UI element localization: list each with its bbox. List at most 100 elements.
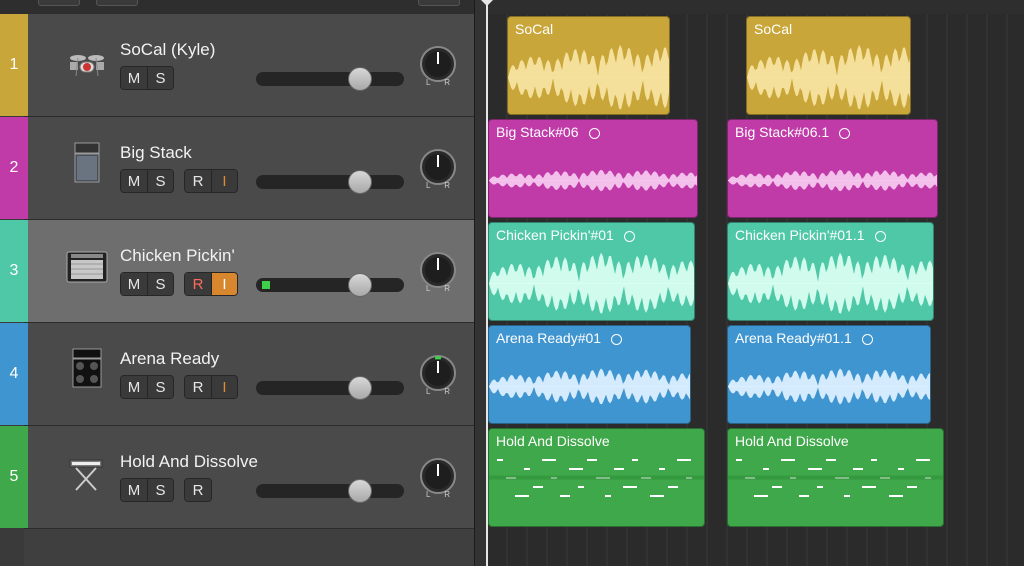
record-input-group: RI	[184, 375, 238, 399]
track-number[interactable]: 2	[0, 117, 28, 219]
loop-icon[interactable]	[861, 333, 873, 345]
mute-solo-group: MS	[120, 169, 174, 193]
track-header-5[interactable]: 5 Hold And Dissolve M S R L R	[0, 426, 474, 529]
solo-button[interactable]: S	[147, 67, 173, 89]
region-name: Big Stack#06	[496, 124, 600, 140]
input-monitoring-button[interactable]: I	[211, 376, 237, 398]
pan-knob[interactable]: LR	[418, 353, 458, 396]
waveform	[728, 252, 933, 314]
track-number[interactable]: 4	[0, 323, 28, 425]
volume-slider[interactable]	[256, 376, 404, 400]
track-header-1[interactable]: 1 SoCal (Kyle) M S L R	[0, 14, 474, 117]
solo-button[interactable]: S	[147, 273, 173, 295]
loop-icon[interactable]	[874, 230, 886, 242]
track-number[interactable]: 1	[0, 14, 28, 116]
record-enable-button[interactable]: R	[185, 170, 211, 192]
midi-notes	[489, 459, 704, 497]
track-header-2[interactable]: 2 Big Stack M S R I L R	[0, 117, 474, 220]
volume-slider[interactable]	[256, 67, 404, 91]
mute-solo-group: MS	[120, 272, 174, 296]
volume-knob[interactable]	[347, 67, 372, 91]
solo-button[interactable]: S	[147, 479, 173, 501]
volume-slider[interactable]	[256, 170, 404, 194]
volume-track[interactable]	[256, 484, 404, 498]
pan-knob[interactable]: LR	[418, 250, 458, 293]
region[interactable]: Chicken Pickin'#01.1	[727, 222, 934, 321]
toolbar-button[interactable]	[38, 0, 80, 6]
toolbar-button[interactable]	[418, 0, 460, 6]
mute-button[interactable]: M	[121, 273, 147, 295]
region-name: Big Stack#06.1	[735, 124, 851, 140]
track-header-4[interactable]: 4 Arena Ready M S R I L R	[0, 323, 474, 426]
mute-button[interactable]: M	[121, 376, 147, 398]
track-name[interactable]: SoCal (Kyle)	[120, 40, 215, 60]
record-enable-button[interactable]: R	[185, 376, 211, 398]
pan-knob[interactable]: LR	[418, 147, 458, 190]
mute-button[interactable]: M	[121, 479, 147, 501]
mute-solo-group: MS	[120, 478, 174, 502]
volume-slider[interactable]	[256, 479, 404, 503]
input-monitoring-button[interactable]: I	[211, 170, 237, 192]
track-header-3[interactable]: 3 Chicken Pickin' M S R I L R	[0, 220, 474, 323]
region-name: Chicken Pickin'#01.1	[735, 227, 886, 243]
pan-knob[interactable]: LR	[418, 456, 458, 499]
volume-knob[interactable]	[347, 273, 372, 297]
volume-knob[interactable]	[347, 170, 372, 194]
region[interactable]: Hold And Dissolve	[488, 428, 705, 527]
loop-icon[interactable]	[611, 333, 623, 345]
track-name[interactable]: Arena Ready	[120, 349, 219, 369]
waveform	[489, 252, 694, 314]
combo-amp-icon[interactable]	[64, 242, 110, 288]
region[interactable]: SoCal	[746, 16, 911, 115]
pan-knob[interactable]: LR	[418, 44, 458, 87]
playhead-handle[interactable]	[481, 0, 493, 6]
region[interactable]: SoCal	[507, 16, 670, 115]
region[interactable]: Arena Ready#01.1	[727, 325, 931, 424]
record-input-group: R	[184, 478, 212, 502]
solo-button[interactable]: S	[147, 376, 173, 398]
region-name: Chicken Pickin'#01	[496, 227, 635, 243]
track-name[interactable]: Hold And Dissolve	[120, 452, 258, 472]
amp-stack-icon[interactable]	[64, 139, 110, 185]
mute-button[interactable]: M	[121, 170, 147, 192]
waveform	[728, 169, 937, 192]
loop-icon[interactable]	[839, 127, 851, 139]
drum-kit-icon[interactable]	[64, 36, 110, 82]
record-input-group: RI	[184, 272, 238, 296]
record-enable-button[interactable]: R	[185, 479, 211, 501]
amp-head-cab-icon[interactable]	[64, 345, 110, 391]
region[interactable]: Chicken Pickin'#01	[488, 222, 695, 321]
track-number[interactable]: 3	[0, 220, 28, 322]
region-name: Hold And Dissolve	[496, 433, 610, 449]
region[interactable]: Big Stack#06	[488, 119, 698, 218]
loop-icon[interactable]	[623, 230, 635, 242]
mute-button[interactable]: M	[121, 67, 147, 89]
level-meter	[262, 281, 270, 289]
solo-button[interactable]: S	[147, 170, 173, 192]
loop-icon[interactable]	[588, 127, 600, 139]
volume-slider[interactable]	[256, 273, 404, 297]
volume-track[interactable]	[256, 381, 404, 395]
track-name[interactable]: Big Stack	[120, 143, 192, 163]
region-name: Hold And Dissolve	[735, 433, 849, 449]
waveform	[508, 44, 669, 110]
keyboard-stand-icon[interactable]	[64, 448, 110, 494]
volume-track[interactable]	[256, 175, 404, 189]
region[interactable]: Arena Ready#01	[488, 325, 691, 424]
region-name: SoCal	[515, 21, 554, 37]
track-name[interactable]: Chicken Pickin'	[120, 246, 235, 266]
waveform	[728, 368, 930, 405]
input-monitoring-button[interactable]: I	[211, 273, 237, 295]
region[interactable]: Hold And Dissolve	[727, 428, 944, 527]
toolbar-button[interactable]	[96, 0, 138, 6]
region[interactable]: Big Stack#06.1	[727, 119, 938, 218]
mute-solo-group: MS	[120, 66, 174, 90]
volume-knob[interactable]	[347, 376, 372, 400]
track-number[interactable]: 5	[0, 426, 28, 528]
playhead[interactable]	[486, 0, 488, 566]
record-enable-button[interactable]: R	[185, 273, 211, 295]
volume-track[interactable]	[256, 278, 404, 292]
region-name: Arena Ready#01.1	[735, 330, 873, 346]
volume-knob[interactable]	[347, 479, 372, 503]
volume-track[interactable]	[256, 72, 404, 86]
